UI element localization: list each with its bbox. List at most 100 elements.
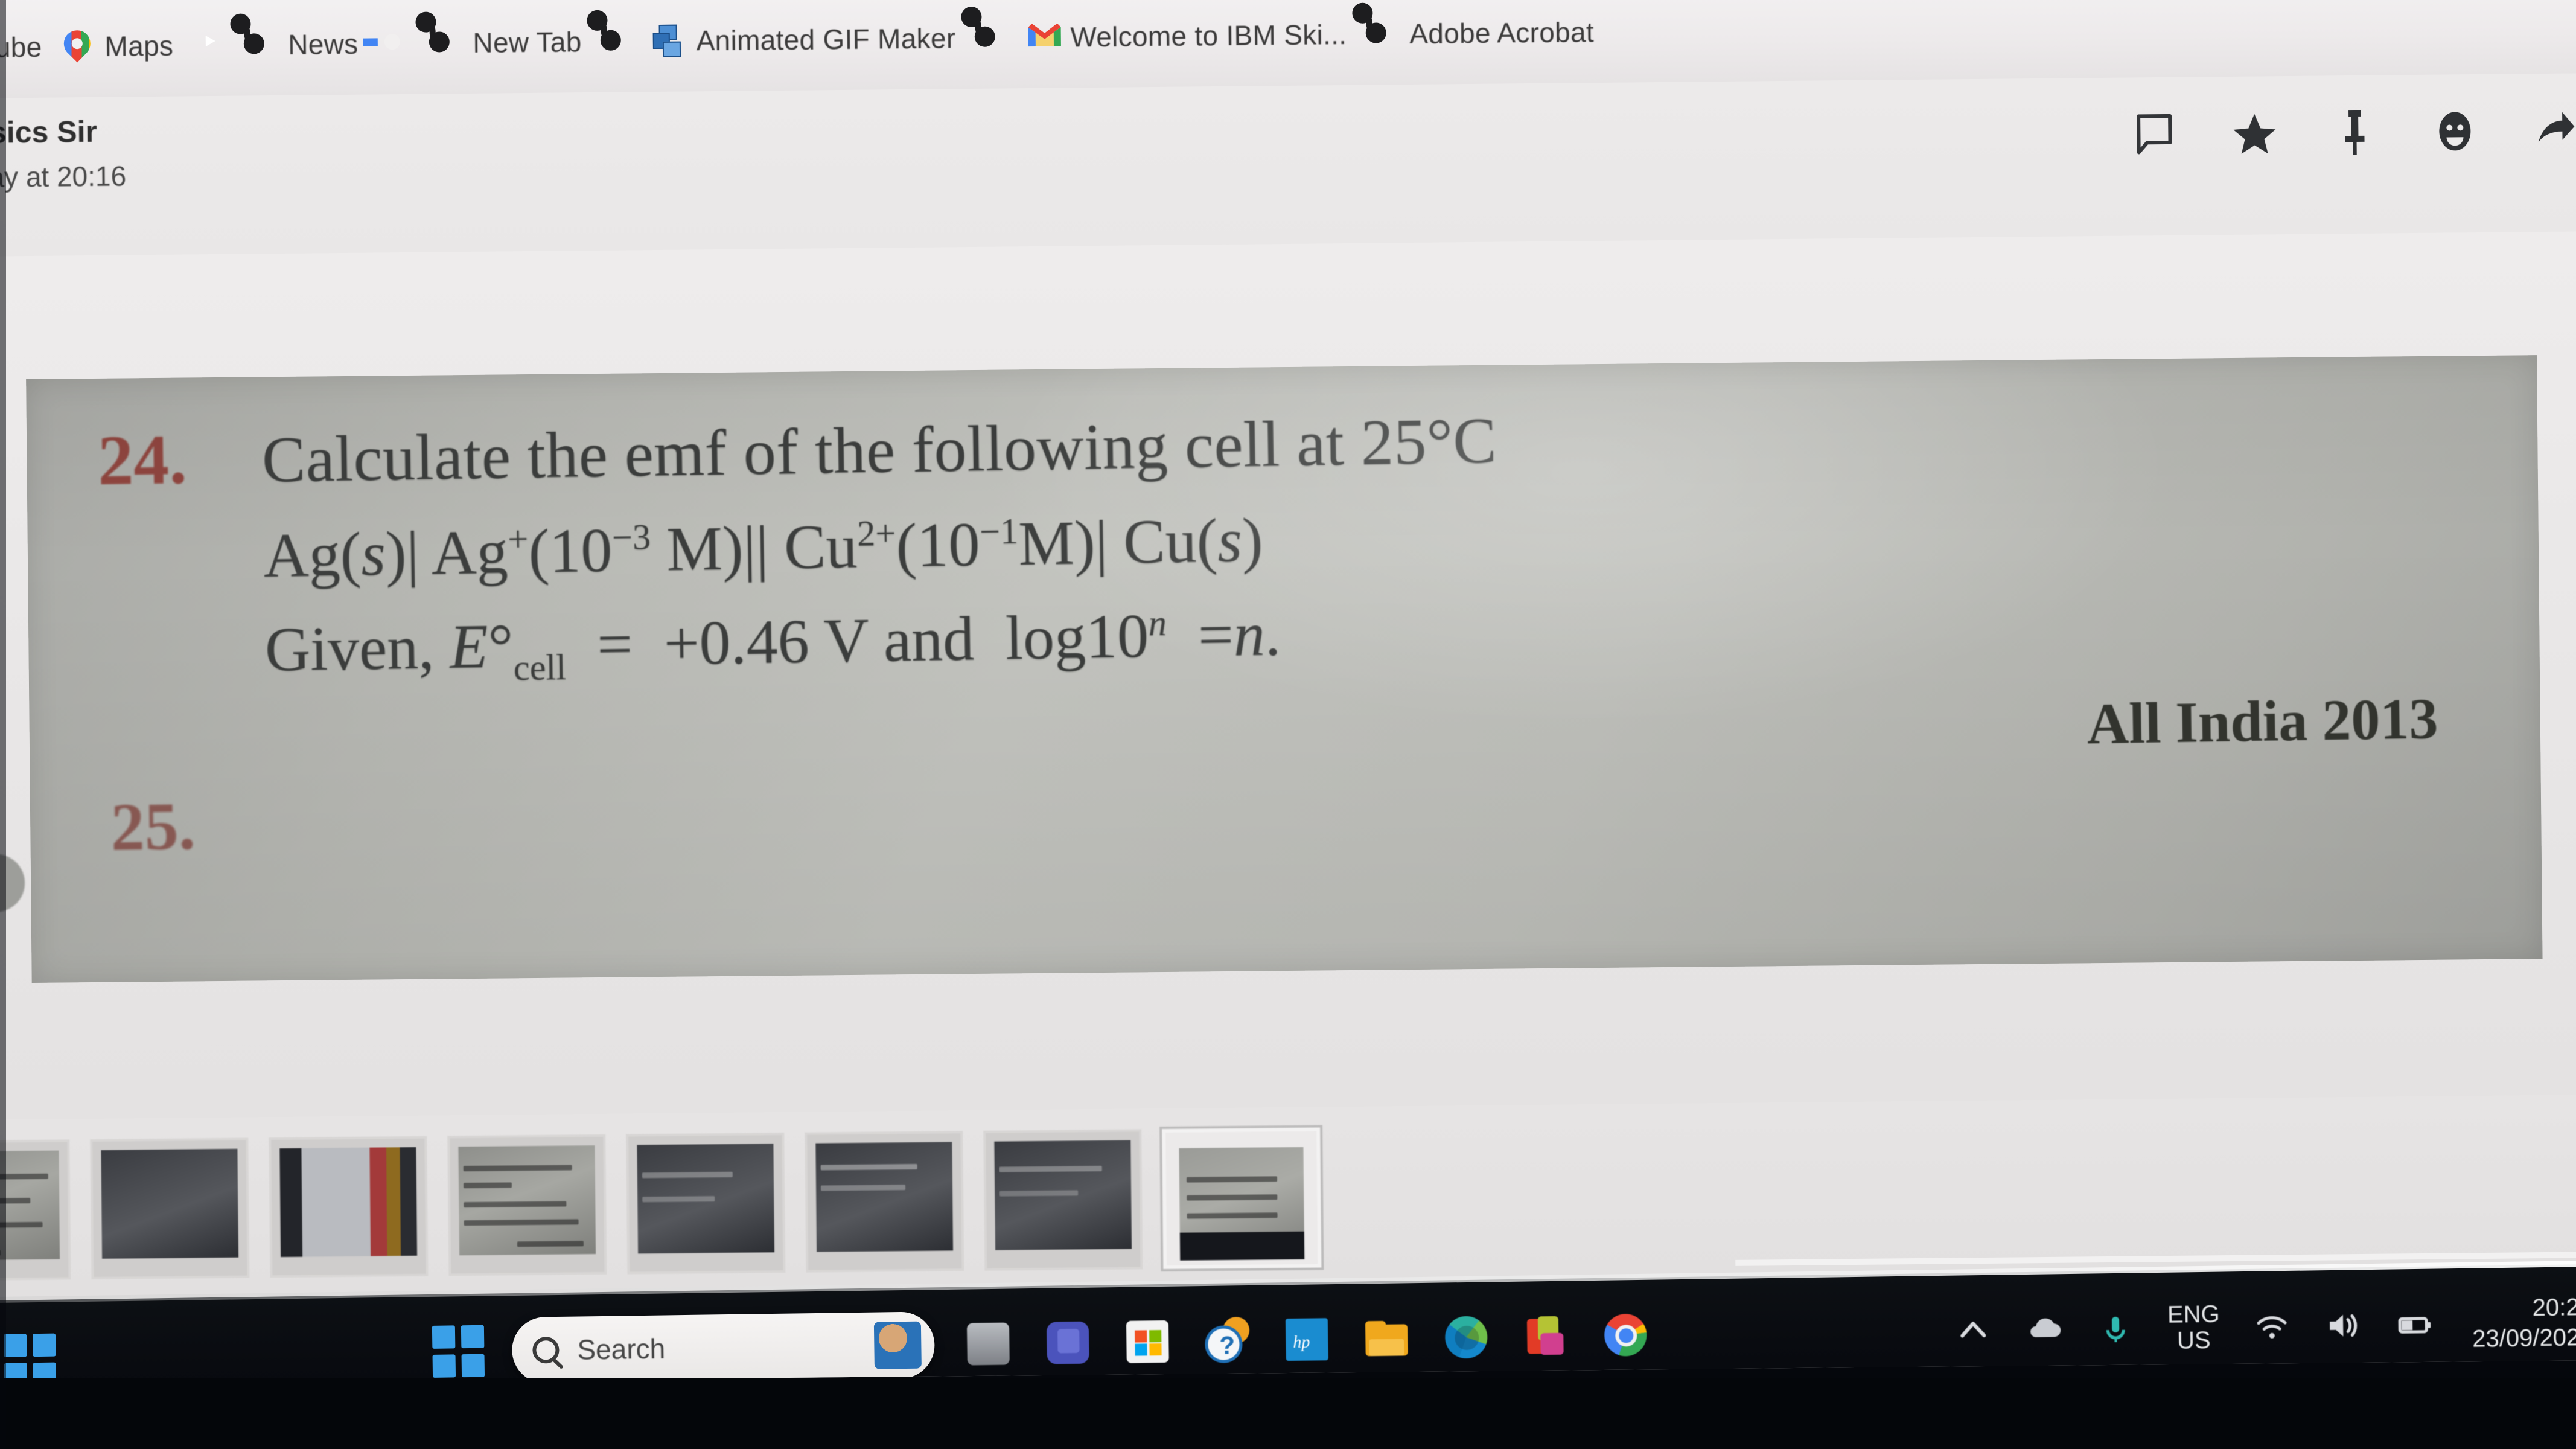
- thumbnail-footer: [1179, 1231, 1305, 1261]
- text-line: [517, 1241, 584, 1247]
- language-indicator[interactable]: ENG US: [2167, 1300, 2221, 1354]
- scanned-document-image[interactable]: 24. Calculate the emf of the following c…: [26, 355, 2543, 984]
- question-line-2-cell-notation: Ag(s)| Ag+(10−3 M)|| Cu2+(10−1M)| Cu(s): [263, 505, 1264, 590]
- bookmark-item-new-tab[interactable]: New Tab: [419, 8, 591, 77]
- text-line: [999, 1165, 1102, 1172]
- thumbnail-7[interactable]: [983, 1129, 1143, 1271]
- next-question-number: 25.: [110, 788, 196, 865]
- laptop-bezel-bottom: [0, 1378, 2576, 1449]
- globe-shortcut-icon: [244, 25, 278, 62]
- question-number: 24.: [97, 419, 188, 501]
- bookmark-item-maps[interactable]: Maps: [51, 13, 183, 80]
- taskbar-center-group: Search ? hp: [432, 1302, 1652, 1385]
- bookmark-item-news[interactable]: News: [235, 11, 368, 78]
- message-timestamp: day at 20:16: [0, 160, 127, 193]
- bookmark-item-ube[interactable]: ube: [0, 14, 52, 81]
- task-view-icon[interactable]: [962, 1317, 1015, 1370]
- youtube-icon: [193, 29, 226, 62]
- microphone-icon[interactable]: [2096, 1310, 2135, 1349]
- screen-surface: ube Maps News New Tab Animated GIF Maker…: [0, 0, 2576, 1386]
- system-tray: ENG US 20:23 23/09/2024: [1954, 1292, 2576, 1361]
- sender-block: ysics Sir day at 20:16: [0, 114, 126, 193]
- tray-time: 20:23: [2532, 1293, 2576, 1322]
- bookmark-item-blank[interactable]: [591, 8, 643, 75]
- comment-icon[interactable]: [2132, 111, 2176, 158]
- get-help-icon[interactable]: ?: [1201, 1314, 1254, 1367]
- thumbnail-preview: [458, 1145, 596, 1256]
- question-source-attribution: All India 2013: [2087, 686, 2439, 756]
- thumbnail-preview: [815, 1142, 954, 1252]
- search-input-placeholder: Search: [577, 1332, 666, 1366]
- image-viewer: 24. Calculate the emf of the following c…: [0, 231, 2576, 1120]
- photographed-screen: ube Maps News New Tab Animated GIF Maker…: [0, 0, 2576, 1449]
- globe-shortcut-icon: [601, 22, 634, 58]
- bookmark-label: Animated GIF Maker: [696, 22, 956, 57]
- onedrive-icon[interactable]: [2025, 1310, 2064, 1349]
- bookmark-item-ibm-skills[interactable]: Welcome to IBM Ski...: [1017, 1, 1357, 71]
- text-line: [1187, 1194, 1278, 1201]
- hp-icon[interactable]: hp: [1281, 1313, 1333, 1366]
- bookmark-label: ube: [0, 31, 42, 63]
- search-avatar-icon: [873, 1321, 922, 1369]
- bookmark-item-blank-2[interactable]: [965, 4, 1018, 71]
- microsoft-store-icon[interactable]: [1121, 1316, 1174, 1368]
- question-line-3-given: Given, E°cell = +0.46 V and log10n =n.: [264, 599, 1281, 689]
- text-line: [642, 1196, 715, 1203]
- bookmark-label: News: [287, 28, 359, 60]
- gif-maker-icon: [652, 24, 686, 58]
- text-line: [1187, 1212, 1278, 1219]
- thumbnail-3[interactable]: [269, 1136, 429, 1278]
- thumbnail-2[interactable]: [90, 1137, 250, 1280]
- microsoft-teams-icon[interactable]: [1042, 1317, 1094, 1369]
- header-toolbar: [2132, 107, 2576, 157]
- star-icon[interactable]: [2233, 110, 2277, 156]
- globe-shortcut-icon: [429, 24, 462, 60]
- bookmark-label: Adobe Acrobat: [1409, 16, 1595, 50]
- windows-logo-icon[interactable]: [432, 1325, 485, 1378]
- text-line: [464, 1219, 579, 1226]
- question-line-1: Calculate the emf of the following cell …: [261, 405, 1497, 496]
- globe-shortcut-icon: [975, 18, 1008, 54]
- text-line: [820, 1163, 917, 1171]
- google-g-icon: [377, 27, 410, 60]
- thumbnail-5[interactable]: [626, 1133, 786, 1275]
- speaker-icon[interactable]: [2324, 1306, 2363, 1345]
- battery-icon[interactable]: [2395, 1305, 2434, 1345]
- google-chrome-icon[interactable]: [1599, 1309, 1652, 1361]
- text-line: [463, 1165, 572, 1172]
- file-explorer-icon[interactable]: [1360, 1312, 1413, 1364]
- microsoft-office-icon[interactable]: [1520, 1310, 1572, 1363]
- thumbnail-1[interactable]: [0, 1139, 71, 1281]
- wifi-icon[interactable]: [2252, 1307, 2292, 1346]
- text-line: [821, 1185, 906, 1191]
- thumbnail-4[interactable]: [447, 1134, 607, 1276]
- microsoft-edge-icon[interactable]: [1440, 1311, 1493, 1363]
- thumbnail-preview: [0, 1150, 60, 1261]
- taskbar-search-box[interactable]: Search: [511, 1311, 936, 1384]
- text-line: [1186, 1176, 1277, 1183]
- thumbnail-8-selected[interactable]: [1162, 1127, 1322, 1270]
- thumbnail-6[interactable]: [805, 1131, 964, 1273]
- language-line-1: ENG: [2167, 1300, 2220, 1328]
- emoji-icon[interactable]: [2433, 108, 2477, 155]
- google-maps-pin-icon: [58, 25, 96, 63]
- bookmark-item-google[interactable]: [368, 10, 420, 77]
- search-icon: [532, 1336, 560, 1364]
- chevron-up-icon[interactable]: [1954, 1311, 1993, 1351]
- share-icon[interactable]: [2533, 107, 2576, 153]
- language-line-2: US: [2176, 1326, 2211, 1354]
- text-line: [642, 1171, 733, 1179]
- globe-shortcut-icon: [1365, 14, 1399, 51]
- bookmark-label: New Tab: [473, 26, 582, 59]
- message-header: ysics Sir day at 20:16: [0, 73, 2576, 257]
- laptop-bezel-left: [0, 0, 6, 1449]
- tray-date: 23/09/2024: [2472, 1323, 2576, 1352]
- clock[interactable]: 20:23 23/09/2024: [2466, 1292, 2576, 1354]
- bookmark-item-youtube[interactable]: [183, 12, 235, 79]
- bookmark-item-animated-gif-maker[interactable]: Animated GIF Maker: [643, 5, 966, 74]
- sender-name: ysics Sir: [0, 114, 98, 150]
- text-line: [463, 1182, 512, 1189]
- thumbnail-preview: [1179, 1147, 1304, 1233]
- pin-icon[interactable]: [2333, 109, 2377, 156]
- bookmark-item-adobe-acrobat[interactable]: Adobe Acrobat: [1356, 0, 1604, 68]
